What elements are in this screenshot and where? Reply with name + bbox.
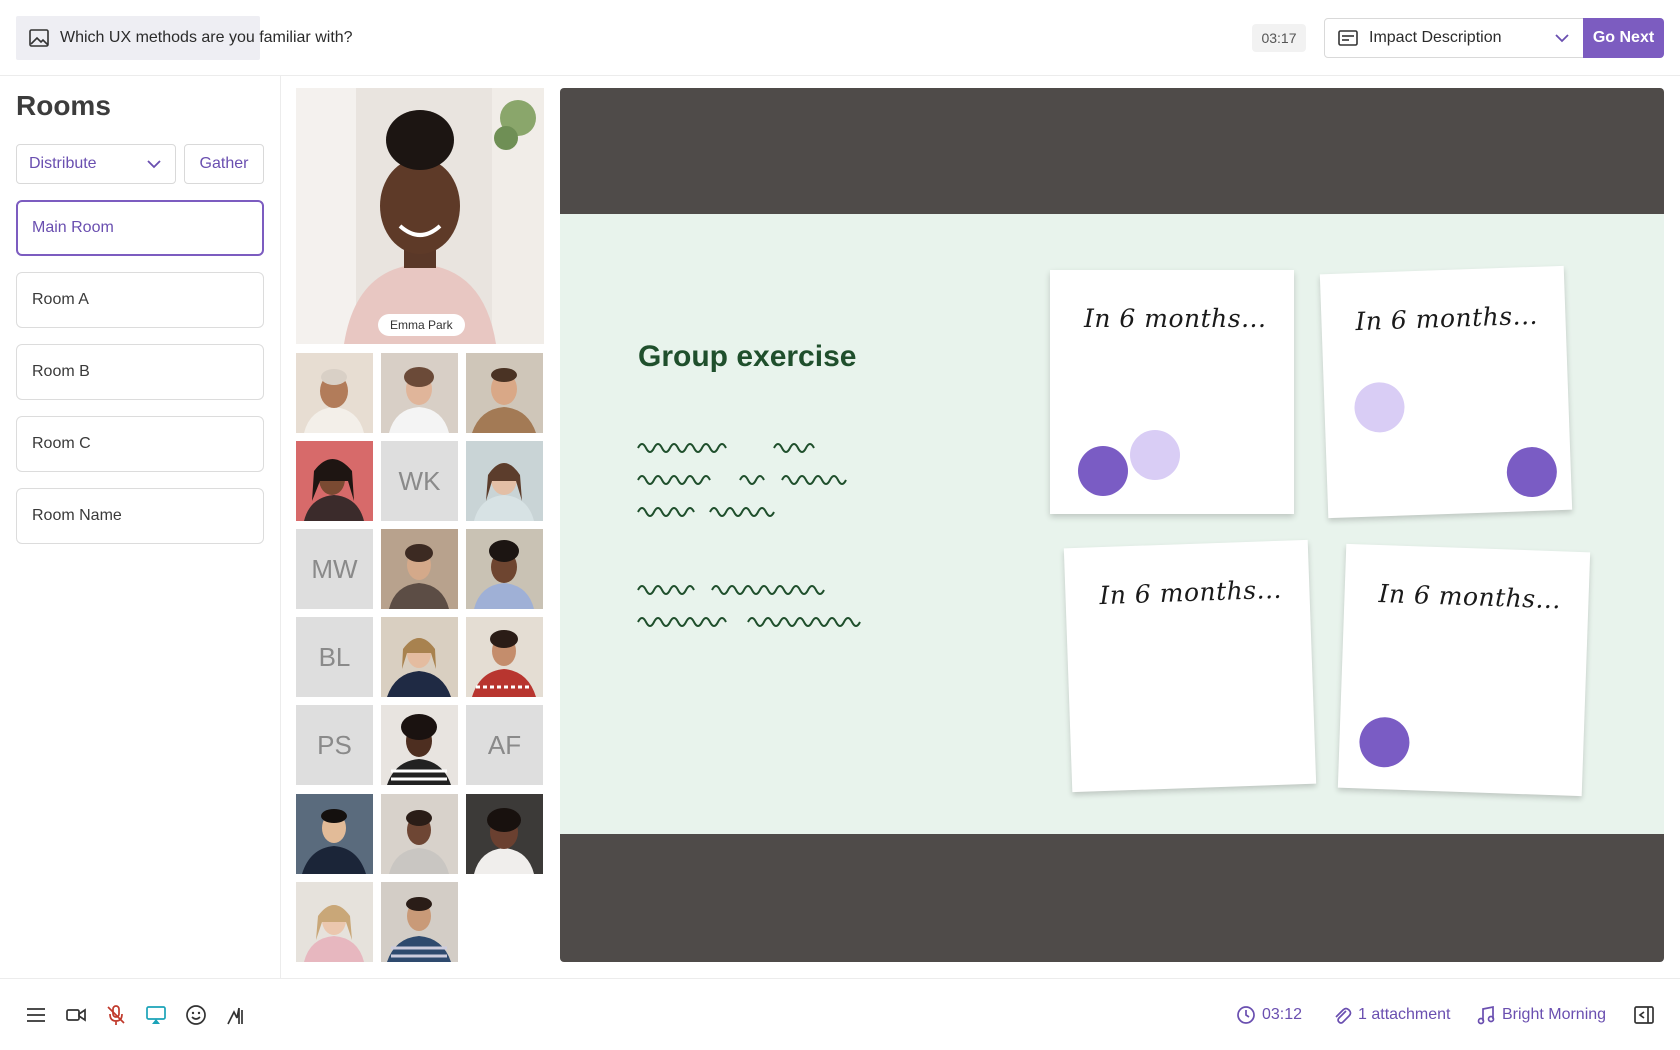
featured-video[interactable]: Emma Park <box>296 88 544 344</box>
participant-video[interactable] <box>381 705 458 785</box>
room-a[interactable]: Room A <box>16 272 264 328</box>
activity-dropdown[interactable]: Impact Description <box>1324 18 1584 58</box>
rooms-title: Rooms <box>16 90 111 121</box>
attachments-link[interactable]: 1 attachment <box>1332 1003 1451 1027</box>
rooms-sidebar: Rooms Distribute Gather Main Room Room A… <box>0 76 281 978</box>
image-icon <box>29 29 49 47</box>
participant-video[interactable] <box>296 882 373 962</box>
sticky-note[interactable]: In 6 months... <box>1063 539 1317 793</box>
top-bar: Which UX methods are you familiar with? … <box>0 0 1680 76</box>
gather-button[interactable]: Gather <box>184 144 264 184</box>
document-icon <box>1338 30 1358 46</box>
music-note-icon <box>1477 1005 1495 1025</box>
vote-dot[interactable] <box>1078 446 1128 496</box>
music-label: Bright Morning <box>1502 1006 1607 1023</box>
chevron-down-icon <box>1555 34 1569 43</box>
vote-dot[interactable] <box>1130 430 1180 480</box>
participant-video[interactable] <box>466 353 543 433</box>
featured-name-tag: Emma Park <box>378 314 465 336</box>
room-b[interactable]: Room B <box>16 344 264 400</box>
participant-video[interactable] <box>466 617 543 697</box>
music-link[interactable]: Bright Morning <box>1476 1003 1606 1027</box>
emoji-icon[interactable] <box>185 1004 207 1026</box>
participant-initials[interactable]: MW <box>296 529 373 609</box>
clock-icon <box>1237 1006 1255 1024</box>
participant-video[interactable] <box>296 794 373 874</box>
sticky-note-text: In 6 months... <box>1084 304 1267 333</box>
slide-canvas: Group exercise In 6 months... In 6 month… <box>560 214 1664 834</box>
sticky-note[interactable]: In 6 months... <box>1050 270 1294 514</box>
participant-video[interactable] <box>381 882 458 962</box>
question-prompt[interactable]: Which UX methods are you familiar with? <box>16 16 367 60</box>
participant-initials[interactable]: PS <box>296 705 373 785</box>
participant-initials[interactable]: BL <box>296 617 373 697</box>
activity-label: Impact Description <box>1369 29 1502 46</box>
sticky-note-text: In 6 months... <box>1098 574 1283 611</box>
participant-video[interactable] <box>381 529 458 609</box>
collapse-panel-icon[interactable] <box>1633 1004 1655 1026</box>
participant-initials[interactable]: AF <box>466 705 543 785</box>
participant-video[interactable] <box>466 794 543 874</box>
slide-title: Group exercise <box>638 340 857 373</box>
sticky-note-text: In 6 months... <box>1354 300 1539 337</box>
go-next-button[interactable]: Go Next <box>1583 18 1664 58</box>
mic-muted-icon[interactable] <box>105 1004 127 1026</box>
participant-video[interactable] <box>296 353 373 433</box>
shared-slide: Group exercise In 6 months... In 6 month… <box>560 88 1664 962</box>
sticky-note[interactable]: In 6 months... <box>1337 543 1591 797</box>
sticky-note[interactable]: In 6 months... <box>1319 265 1573 519</box>
participant-video[interactable] <box>381 794 458 874</box>
sticky-note-text: In 6 months... <box>1378 578 1562 615</box>
participant-video[interactable] <box>296 441 373 521</box>
attachments-label: 1 attachment <box>1358 1006 1451 1023</box>
participant-video[interactable] <box>466 441 543 521</box>
camera-icon[interactable] <box>65 1004 87 1026</box>
participant-initials[interactable]: WK <box>381 441 458 521</box>
participant-video[interactable] <box>381 353 458 433</box>
question-text: Which UX methods are you familiar with? <box>60 29 353 46</box>
session-timer: 03:12 <box>1236 1003 1302 1027</box>
participant-video[interactable] <box>466 529 543 609</box>
vote-dot[interactable] <box>1505 446 1558 498</box>
session-time: 03:12 <box>1262 1006 1303 1023</box>
distribute-label: Distribute <box>29 155 97 172</box>
bottom-toolbar: 03:12 1 attachment Bright Morning <box>0 978 1680 1050</box>
placeholder-text-block <box>637 443 847 517</box>
placeholder-text-block <box>637 585 861 627</box>
room-c[interactable]: Room C <box>16 416 264 472</box>
screen-share-icon[interactable] <box>145 1004 167 1026</box>
room-main[interactable]: Main Room <box>16 200 264 256</box>
question-timer: 03:17 <box>1252 24 1306 52</box>
featured-video-frame <box>296 88 544 344</box>
vote-dot[interactable] <box>1353 381 1406 434</box>
participant-video[interactable] <box>381 617 458 697</box>
distribute-dropdown[interactable]: Distribute <box>16 144 176 184</box>
raise-hand-icon[interactable] <box>225 1004 247 1026</box>
room-name[interactable]: Room Name <box>16 488 264 544</box>
menu-icon[interactable] <box>25 1004 47 1026</box>
vote-dot[interactable] <box>1358 716 1411 769</box>
paperclip-icon <box>1335 1007 1352 1024</box>
chevron-down-icon <box>147 160 161 169</box>
